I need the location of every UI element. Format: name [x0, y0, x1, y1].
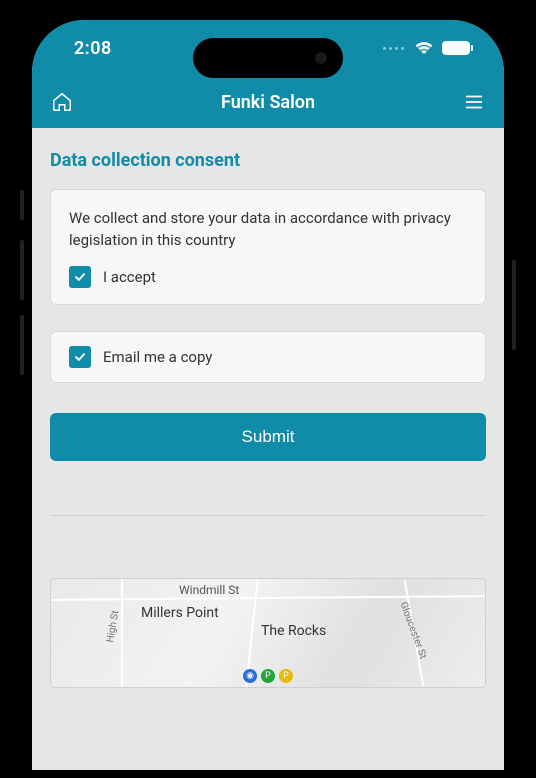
section-title: Data collection consent: [50, 150, 486, 171]
section-divider: [50, 515, 486, 516]
content-area: Data collection consent We collect and s…: [32, 128, 504, 770]
map-label: Gloucester St: [398, 600, 429, 660]
accept-checkbox-row[interactable]: I accept: [69, 266, 467, 288]
consent-text: We collect and store your data in accord…: [69, 208, 467, 252]
phone-frame: 2:08 Funki Salon Data collection consent…: [24, 12, 512, 778]
map-label: Windmill St: [179, 583, 239, 597]
app-title: Funki Salon: [221, 92, 315, 113]
submit-button[interactable]: Submit: [50, 413, 486, 461]
email-label: Email me a copy: [103, 348, 212, 366]
map-pin-icon: ◉: [243, 669, 257, 683]
battery-icon: [442, 41, 470, 55]
accept-checkbox[interactable]: [69, 266, 91, 288]
map-label: The Rocks: [261, 623, 326, 639]
accept-label: I accept: [103, 268, 156, 286]
email-copy-card: Email me a copy: [50, 331, 486, 383]
map-label: High St: [105, 609, 121, 643]
map-label: Millers Point: [141, 605, 219, 621]
cellular-dots-icon: [383, 47, 404, 50]
phone-notch: [193, 38, 343, 78]
map-pin-icon: P: [261, 669, 275, 683]
status-time: 2:08: [74, 38, 112, 59]
email-checkbox[interactable]: [69, 346, 91, 368]
map-preview[interactable]: Windmill St Millers Point The Rocks High…: [50, 578, 486, 688]
menu-icon[interactable]: [462, 90, 486, 114]
app-header: Funki Salon: [32, 76, 504, 128]
home-icon[interactable]: [50, 90, 74, 114]
wifi-icon: [414, 41, 434, 55]
map-pin-icon: P: [279, 669, 293, 683]
email-checkbox-row[interactable]: Email me a copy: [69, 346, 467, 368]
consent-card: We collect and store your data in accord…: [50, 189, 486, 305]
map-pins: ◉ P P: [243, 669, 293, 683]
